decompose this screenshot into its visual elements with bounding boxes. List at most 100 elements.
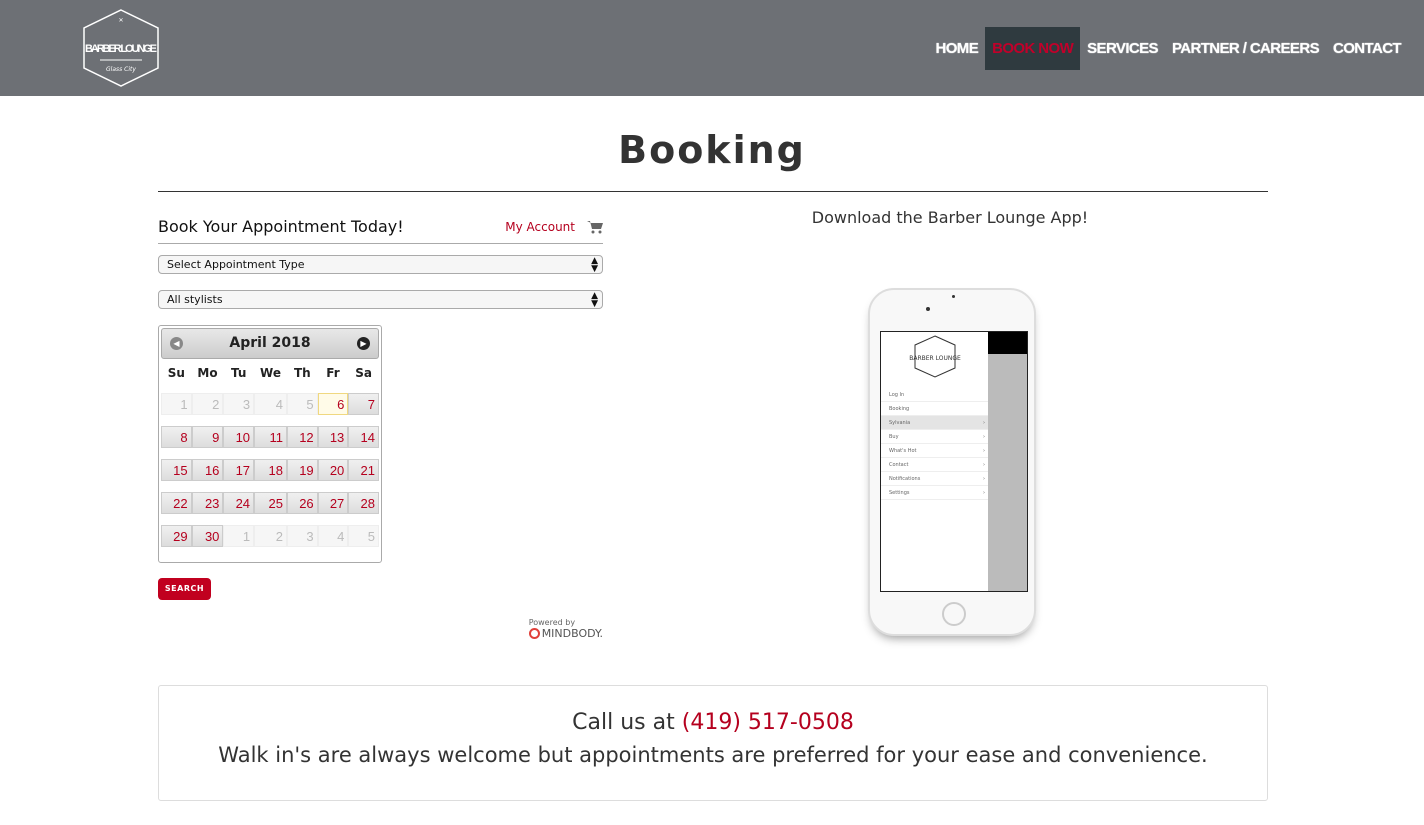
app-menu-item: Notifications › <box>881 472 988 486</box>
calendar-day[interactable]: 17 <box>223 459 255 481</box>
chevron-right-icon: › <box>983 462 985 468</box>
calendar-day: 2 <box>254 525 288 547</box>
cart-icon[interactable] <box>587 220 603 234</box>
title-divider <box>158 191 1268 192</box>
app-screenshot: BARBER LOUNGE Log In Booking Sylvania › Buy ›… <box>880 331 1028 592</box>
page-title: Booking <box>618 128 806 172</box>
select-arrows-icon: ▲ ▼ <box>591 291 598 309</box>
calendar-week: 8 9 10 11 12 13 14 <box>161 426 379 448</box>
calendar-day: 3 <box>223 393 255 415</box>
next-month-icon[interactable]: ▶ <box>357 337 370 350</box>
calendar-day[interactable]: 11 <box>254 426 288 448</box>
chevron-right-icon: › <box>983 448 985 454</box>
calendar-day[interactable]: 26 <box>287 492 318 514</box>
calendar-day[interactable]: 29 <box>161 525 192 547</box>
stylist-select[interactable]: All stylists ▲ ▼ <box>158 290 603 309</box>
walk-in-text: Walk in's are always welcome but appoint… <box>218 743 1208 767</box>
prev-month-icon[interactable]: ◀ <box>170 337 183 350</box>
calendar-day[interactable]: 19 <box>287 459 318 481</box>
app-menu-label: What's Hot <box>889 448 917 454</box>
nav-services[interactable]: SERVICES <box>1080 27 1165 70</box>
weekday-header: Sa <box>355 366 373 380</box>
search-button[interactable]: SEARCH <box>158 578 211 600</box>
calendar-day: 2 <box>191 393 224 415</box>
contact-box: Call us at (419) 517-0508 Walk in's are … <box>158 685 1268 801</box>
calendar-day: 5 <box>348 525 379 547</box>
calendar-day[interactable]: 28 <box>348 492 379 514</box>
nav-home[interactable]: HOME <box>929 27 986 70</box>
weekday-header: Tu <box>231 366 247 380</box>
calendar-week: 1234567 <box>161 393 379 415</box>
home-button-icon <box>942 602 966 626</box>
app-logo: BARBER LOUNGE <box>909 335 961 378</box>
calendar-day[interactable]: 15 <box>161 459 192 481</box>
svg-text:Glass City: Glass City <box>106 66 136 73</box>
weekday-header: Th <box>293 366 311 380</box>
my-account-link[interactable]: My Account <box>505 220 575 234</box>
chevron-right-icon: › <box>983 490 985 496</box>
appointment-type-value: Select Appointment Type <box>167 258 305 271</box>
calendar-day[interactable]: 16 <box>191 459 224 481</box>
calendar-day[interactable]: 21 <box>348 459 379 481</box>
site-header: ✕ BARBER LOUNGE Glass City HOME BOOK NOW… <box>0 0 1424 96</box>
svg-text:BARBER LOUNGE: BARBER LOUNGE <box>85 43 157 55</box>
weekday-header: Fr <box>326 366 340 380</box>
calendar-day: 1 <box>223 525 255 547</box>
calendar-day[interactable]: 18 <box>254 459 288 481</box>
chevron-right-icon: › <box>983 434 985 440</box>
chevron-right-icon: › <box>983 420 985 426</box>
calendar-day: 1 <box>161 393 192 415</box>
app-menu-label: Notifications <box>889 476 921 482</box>
calendar-day[interactable]: 8 <box>161 426 192 448</box>
app-menu-label: Contact <box>889 462 909 468</box>
nav-partner-careers[interactable]: PARTNER / CAREERS <box>1165 27 1326 70</box>
app-menu-item: Settings › <box>881 486 988 500</box>
calendar-week: 22 23 24 25 26 27 28 <box>161 492 379 514</box>
calendar-day: 5 <box>287 393 318 415</box>
main-nav: HOME BOOK NOW SERVICES PARTNER / CAREERS… <box>929 27 1409 70</box>
nav-book-now[interactable]: BOOK NOW <box>985 27 1081 70</box>
calendar-day[interactable]: 9 <box>191 426 224 448</box>
app-menu-item: What's Hot › <box>881 444 988 458</box>
app-menu-item: Contact › <box>881 458 988 472</box>
call-prefix: Call us at <box>572 710 675 735</box>
calendar-day[interactable]: 27 <box>317 492 349 514</box>
calendar-day[interactable]: 23 <box>191 492 224 514</box>
weekday-header: Su <box>167 366 185 380</box>
mindbody-logo-icon <box>528 628 540 639</box>
calendar-day[interactable]: 12 <box>287 426 318 448</box>
app-menu-item: Log In <box>881 388 988 402</box>
calendar-day[interactable]: 25 <box>254 492 288 514</box>
date-picker: ◀ April 2018 ▶ Su Mo Tu We Th Fr Sa 1 2 3 4 5 6 7 8 9 10… <box>158 325 382 563</box>
barber-lounge-logo[interactable]: ✕ BARBER LOUNGE Glass City <box>80 8 162 88</box>
booking-widget: Book Your Appointment Today! My Account … <box>158 210 603 640</box>
calendar-month: April 2018 <box>229 335 311 351</box>
app-menu-label: Sylvania <box>889 420 911 426</box>
powered-by-text: Powered by <box>528 618 576 627</box>
nav-contact[interactable]: CONTACT <box>1326 27 1408 70</box>
weekday-header: Mo <box>197 366 218 380</box>
calendar-day[interactable]: 14 <box>348 426 379 448</box>
chevron-right-icon: › <box>983 476 985 482</box>
calendar-day[interactable]: 24 <box>223 492 255 514</box>
mindbody-text: MINDBODY. <box>541 627 603 640</box>
phone-link[interactable]: (419) 517-0508 <box>682 710 854 735</box>
calendar-day[interactable]: 30 <box>191 525 224 547</box>
calendar-day[interactable]: 22 <box>161 492 192 514</box>
calendar-day[interactable]: 7 <box>348 393 379 415</box>
app-heading: Download the Barber Lounge App! <box>811 208 1089 227</box>
stylist-value: All stylists <box>167 293 223 306</box>
calendar-grid: Su Mo Tu We Th Fr Sa 1 2 3 4 5 6 7 8 9 10 11 12 13 14 15 16 17 1… <box>161 353 379 558</box>
appointment-type-select[interactable]: Select Appointment Type ▲ ▼ <box>158 255 603 274</box>
calendar-day[interactable]: 10 <box>223 426 255 448</box>
app-menu-label: Settings <box>889 490 910 496</box>
app-menu-item: Sylvania › <box>881 416 988 430</box>
phone-mockup: BARBER LOUNGE Log In Booking Sylvania › Buy ›… <box>868 288 1036 636</box>
calendar-week: 29 30 1 2 3 4 5 <box>161 525 379 547</box>
svg-text:BARBER LOUNGE: BARBER LOUNGE <box>909 355 961 362</box>
powered-by-mindbody[interactable]: Powered by MINDBODY. <box>528 618 603 640</box>
calendar-day[interactable]: 6 <box>317 393 349 415</box>
calendar-week: 15 16 17 18 19 20 21 <box>161 459 379 481</box>
calendar-day[interactable]: 13 <box>317 426 349 448</box>
calendar-day[interactable]: 20 <box>317 459 349 481</box>
